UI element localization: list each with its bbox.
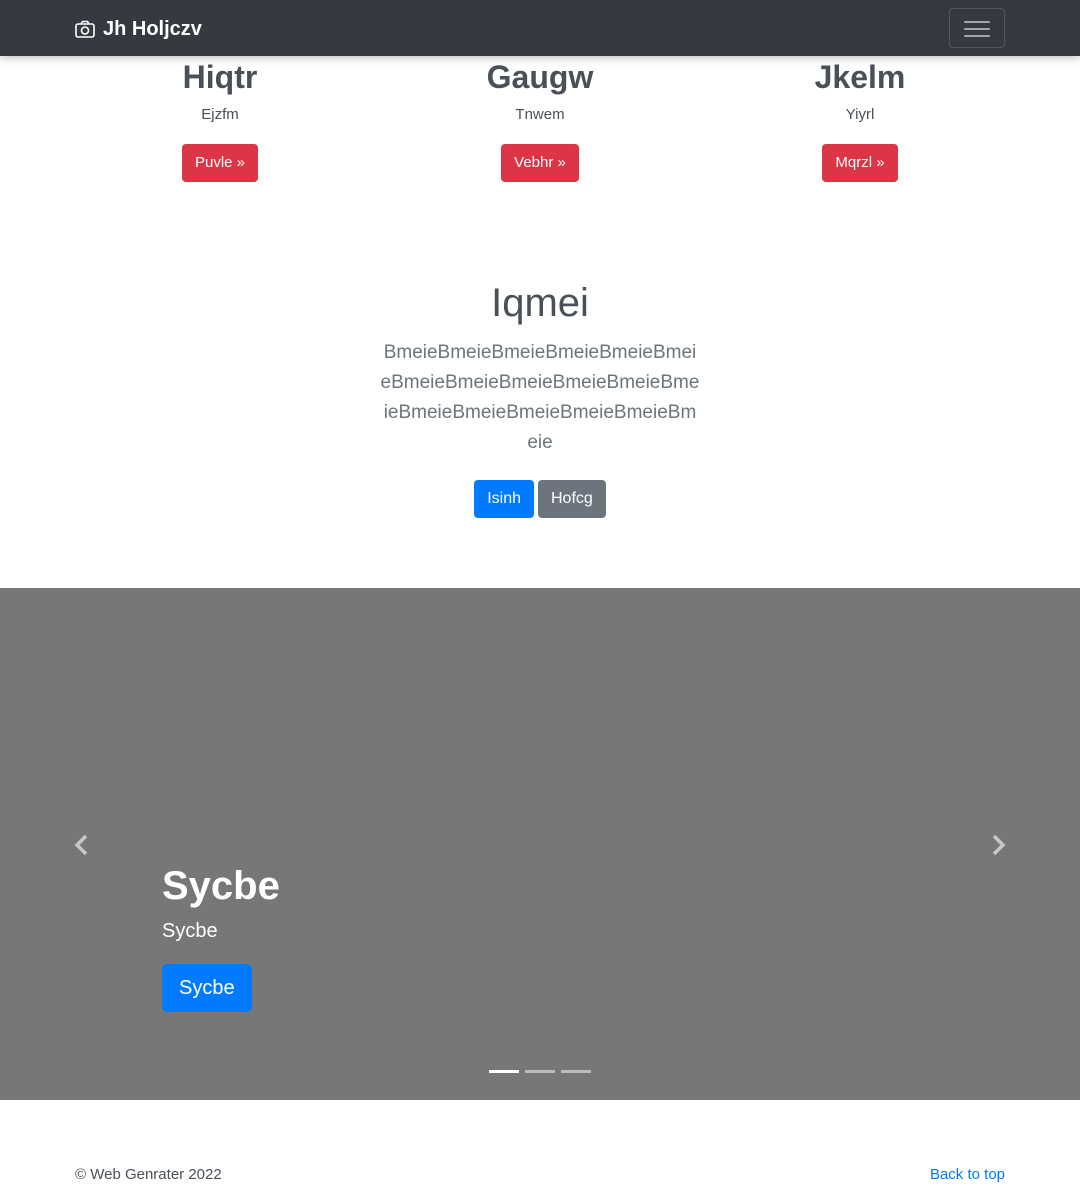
- chevron-left-icon[interactable]: [70, 833, 94, 857]
- hero-primary-button[interactable]: Isinh: [474, 480, 534, 518]
- hamburger-menu-icon: [964, 21, 990, 23]
- column-button[interactable]: Mqrzl »: [822, 144, 898, 182]
- hero-buttons: Isinh Hofcg: [0, 480, 1080, 518]
- carousel-caption: Sycbe Sycbe Sycbe: [162, 860, 280, 1012]
- carousel: Sycbe Sycbe Sycbe: [0, 588, 1080, 1100]
- hero-section: Iqmei BmeieBmeieBmeieBmeieBmeieBmeieBmei…: [0, 280, 1080, 518]
- navbar-brand[interactable]: Jh Holjczv: [75, 16, 202, 42]
- navbar: Jh Holjczv: [0, 0, 1080, 56]
- column-heading: Hiqtr: [182, 59, 258, 95]
- column-text: Tnwem: [515, 106, 565, 123]
- carousel-title: Sycbe: [162, 864, 280, 908]
- carousel-button[interactable]: Sycbe: [162, 964, 252, 1012]
- hero-lead: BmeieBmeieBmeieBmeieBmeieBmeieBmeieBmeie…: [380, 342, 700, 453]
- column-heading: Gaugw: [486, 59, 594, 95]
- column-button[interactable]: Vebhr »: [501, 144, 579, 182]
- footer-copyright: © Web Genrater 2022: [75, 1166, 222, 1183]
- hero-secondary-button[interactable]: Hofcg: [538, 480, 606, 518]
- navbar-toggler-button[interactable]: [949, 8, 1005, 48]
- column-text: Ejzfm: [201, 106, 239, 123]
- carousel-indicator[interactable]: [561, 1070, 591, 1073]
- back-to-top-link[interactable]: Back to top: [930, 1166, 1005, 1183]
- column-heading: Jkelm: [814, 59, 906, 95]
- chevron-right-icon[interactable]: [986, 833, 1010, 857]
- column-text: Yiyrl: [845, 106, 875, 123]
- hamburger-line: [964, 28, 990, 30]
- carousel-indicators: [489, 1070, 591, 1073]
- hamburger-line: [964, 35, 990, 37]
- carousel-text: Sycbe: [162, 920, 218, 942]
- column-button[interactable]: Puvle »: [181, 144, 259, 182]
- feature-column: Hiqtr Ejzfm Puvle »: [60, 56, 380, 182]
- feature-column: Gaugw Tnwem Vebhr »: [380, 56, 700, 182]
- hero-title: Iqmei: [491, 281, 589, 325]
- brand-label: Jh Holjczv: [103, 17, 202, 40]
- feature-column: Jkelm Yiyrl Mqrzl »: [700, 56, 1020, 182]
- camera-icon: [75, 20, 95, 38]
- carousel-indicator[interactable]: [489, 1070, 519, 1073]
- carousel-indicator[interactable]: [525, 1070, 555, 1073]
